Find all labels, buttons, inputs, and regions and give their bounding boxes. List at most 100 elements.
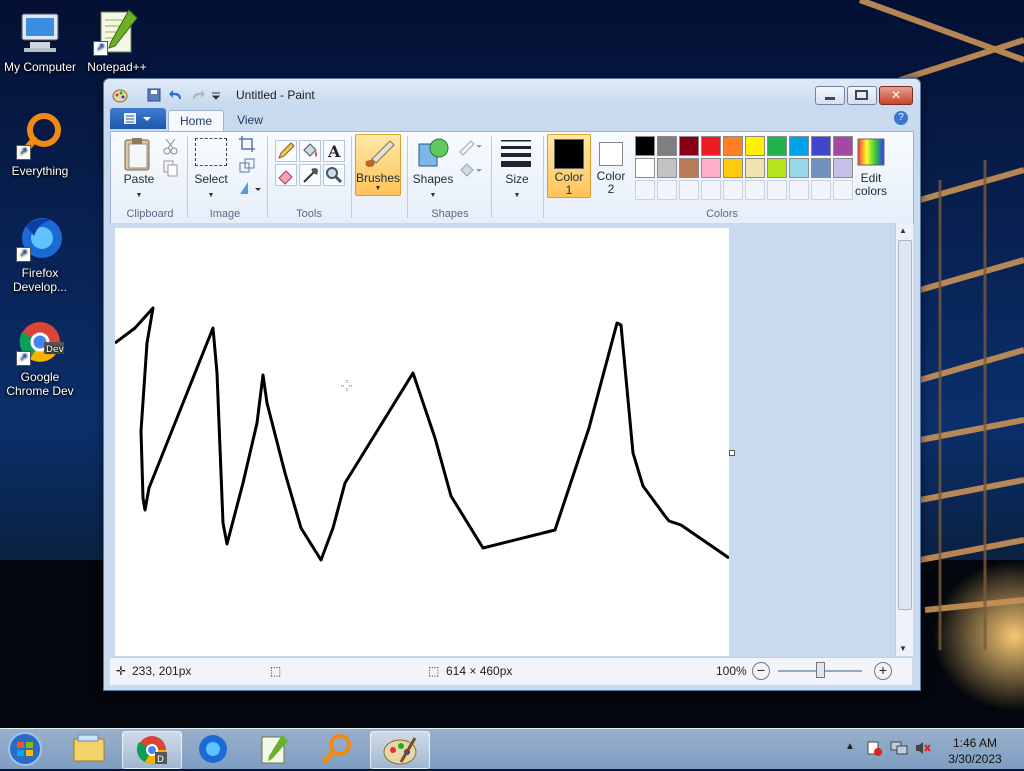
maximize-button[interactable]: [847, 86, 877, 105]
magnifier-icon[interactable]: [323, 164, 345, 186]
palette-swatch[interactable]: [635, 136, 655, 156]
edit-colors-button[interactable]: Edit colors: [849, 172, 893, 198]
paste-button[interactable]: Paste ▼: [119, 172, 159, 200]
show-hidden-icons-icon[interactable]: ▲: [845, 741, 855, 752]
zoom-out-button[interactable]: −: [752, 662, 770, 680]
canvas-resize-handle[interactable]: [729, 450, 735, 456]
palette-swatch[interactable]: [635, 158, 655, 178]
scroll-down-icon[interactable]: ▼: [899, 644, 907, 653]
explorer-icon: [73, 734, 105, 762]
canvas-size: 614 × 460px: [446, 664, 513, 678]
palette-swatch[interactable]: [745, 136, 765, 156]
eraser-icon[interactable]: [275, 164, 297, 186]
palette-swatch[interactable]: [811, 136, 831, 156]
taskbar-firefox[interactable]: [184, 731, 242, 767]
color1-swatch: [554, 139, 584, 169]
title-bar[interactable]: Untitled - Paint ✕: [104, 79, 920, 109]
custom-color-slot[interactable]: [811, 180, 831, 200]
fill-icon[interactable]: [299, 140, 321, 162]
pencil-icon[interactable]: [275, 140, 297, 162]
desktop-icon-everything[interactable]: ↗ Everything: [0, 112, 80, 178]
copy-icon[interactable]: [161, 158, 181, 178]
brushes-button[interactable]: Brushes ▼: [355, 134, 401, 196]
select-icon[interactable]: [195, 138, 227, 166]
palette-swatch[interactable]: [701, 158, 721, 178]
custom-color-slot[interactable]: [657, 180, 677, 200]
palette-swatch[interactable]: [833, 136, 853, 156]
size-button[interactable]: Size ▼: [495, 172, 539, 200]
desktop-icon-my-computer[interactable]: My Computer: [0, 8, 80, 74]
scroll-up-icon[interactable]: ▲: [899, 226, 907, 235]
network-icon[interactable]: [890, 740, 908, 759]
taskbar-paint[interactable]: [370, 731, 430, 769]
palette-swatch[interactable]: [811, 158, 831, 178]
palette-swatch[interactable]: [767, 158, 787, 178]
taskbar-explorer[interactable]: [60, 731, 118, 767]
zoom-slider-thumb[interactable]: [816, 662, 825, 678]
palette-swatch[interactable]: [723, 158, 743, 178]
desktop-icon-chrome-dev[interactable]: Dev ↗ Google Chrome Dev: [0, 318, 80, 398]
paint-app-icon[interactable]: [112, 87, 128, 103]
vertical-scrollbar[interactable]: ▲ ▼: [895, 223, 913, 656]
taskbar-chrome-dev[interactable]: D: [122, 731, 182, 769]
color2-button[interactable]: Color 2: [591, 134, 631, 196]
customize-quick-access-icon[interactable]: [210, 87, 226, 103]
volume-muted-icon[interactable]: [914, 740, 932, 759]
status-bar: ✛ 233, 201px ⬚ ⬚ 614 × 460px 100% − +: [110, 657, 912, 685]
action-center-icon[interactable]: [866, 740, 882, 759]
close-button[interactable]: ✕: [879, 86, 913, 105]
start-button[interactable]: [0, 731, 50, 767]
palette-swatch[interactable]: [679, 136, 699, 156]
fill-shape-icon[interactable]: [457, 160, 483, 180]
chrome-dev-icon: D: [136, 736, 167, 765]
palette-swatch[interactable]: [701, 136, 721, 156]
custom-color-slot[interactable]: [679, 180, 699, 200]
minimize-button[interactable]: [815, 86, 845, 105]
select-button[interactable]: Select ▼: [191, 172, 231, 200]
tab-view[interactable]: View: [228, 110, 272, 130]
shapes-button[interactable]: Shapes ▼: [411, 172, 455, 200]
crosshair-cursor-icon: [341, 380, 353, 392]
brushes-caret: ▼: [374, 185, 382, 192]
palette-swatch[interactable]: [723, 136, 743, 156]
desktop-icon-notepadpp[interactable]: ↗ Notepad++: [77, 8, 157, 74]
palette-swatch[interactable]: [745, 158, 765, 178]
crop-icon[interactable]: [237, 134, 257, 154]
paste-icon[interactable]: [119, 136, 155, 172]
save-icon[interactable]: [146, 87, 162, 103]
resize-icon[interactable]: [237, 156, 257, 176]
drawing-canvas[interactable]: [114, 228, 730, 656]
outline-icon[interactable]: [457, 136, 483, 156]
tab-home[interactable]: Home: [168, 110, 224, 131]
custom-color-slot[interactable]: [723, 180, 743, 200]
custom-color-slot[interactable]: [745, 180, 765, 200]
custom-color-slot[interactable]: [789, 180, 809, 200]
redo-icon[interactable]: [190, 87, 206, 103]
paint-menu-button[interactable]: [110, 108, 166, 129]
clock[interactable]: 1:46 AM 3/30/2023: [940, 735, 1010, 767]
rotate-icon[interactable]: [237, 178, 263, 198]
palette-swatch[interactable]: [657, 158, 677, 178]
custom-color-slot[interactable]: [701, 180, 721, 200]
undo-icon[interactable]: [168, 87, 184, 103]
size-icon[interactable]: [499, 138, 533, 168]
palette-swatch[interactable]: [789, 158, 809, 178]
palette-swatch[interactable]: [657, 136, 677, 156]
desktop-icon-firefox-developer[interactable]: ↗ Firefox Develop...: [0, 214, 80, 294]
palette-swatch[interactable]: [767, 136, 787, 156]
taskbar-everything[interactable]: [308, 731, 366, 767]
edit-colors-icon[interactable]: [855, 138, 887, 166]
scroll-thumb[interactable]: [898, 240, 912, 610]
custom-color-slot[interactable]: [767, 180, 787, 200]
text-icon[interactable]: A: [323, 140, 345, 162]
palette-swatch[interactable]: [679, 158, 699, 178]
custom-color-slot[interactable]: [635, 180, 655, 200]
help-icon[interactable]: ?: [894, 111, 908, 125]
palette-swatch[interactable]: [789, 136, 809, 156]
shapes-icon[interactable]: [415, 136, 451, 170]
cut-icon[interactable]: [161, 136, 181, 156]
taskbar-notepadpp[interactable]: [246, 731, 304, 767]
color-picker-icon[interactable]: [299, 164, 321, 186]
color1-button[interactable]: Color 1: [547, 134, 591, 198]
zoom-in-button[interactable]: +: [874, 662, 892, 680]
